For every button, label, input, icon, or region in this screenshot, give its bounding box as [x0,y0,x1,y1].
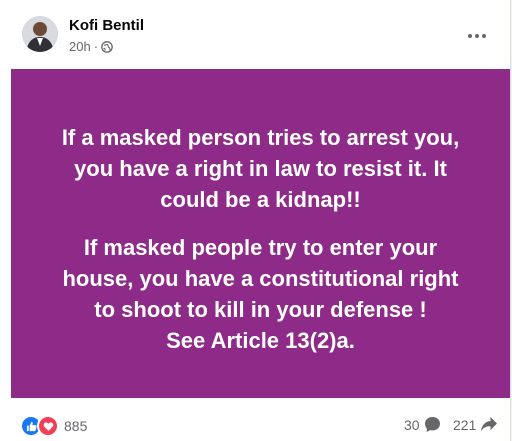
more-options-button[interactable] [463,22,491,50]
post-time[interactable]: 20h [69,39,91,54]
post-line: you have a right in law to resist it. It [74,156,447,181]
meta-separator: · [93,39,99,54]
dot [475,34,479,38]
comment-count: 30 [404,416,420,433]
shares-summary[interactable]: 221 [453,416,498,433]
post-line: could be a kidnap!! [160,187,361,212]
love-icon [37,415,59,437]
share-count: 221 [453,416,477,433]
post-line: house, you have a constitutional right [62,266,459,291]
post-header: Kofi Bentil 20h · [0,0,510,68]
dot [468,34,472,38]
post-paragraph-1: If a masked person tries to arrest you, … [11,122,510,215]
post-line: to shoot to kill in your defense ! [94,297,427,322]
reactions-summary[interactable]: 885 [20,415,87,437]
post-line: If a masked person tries to arrest you, [61,125,460,150]
post-paragraph-2: If masked people try to enter your house… [11,232,510,356]
share-icon [481,417,498,432]
post-footer: 885 30 221 [0,398,510,441]
comments-summary[interactable]: 30 [404,416,441,433]
reaction-count: 885 [64,418,88,434]
post-line: See Article 13(2)a. [166,328,355,353]
post-line: If masked people try to enter your [83,235,438,260]
avatar[interactable] [22,16,58,52]
dot [482,34,486,38]
avatar-image [22,16,58,52]
post-meta: 20h · [69,39,113,54]
author-name[interactable]: Kofi Bentil [69,17,144,34]
post-card: Kofi Bentil 20h · If a masked person tri… [0,0,511,441]
globe-icon[interactable] [101,40,113,53]
comment-icon [424,417,440,432]
post-text: If a masked person tries to arrest you, … [11,69,510,398]
